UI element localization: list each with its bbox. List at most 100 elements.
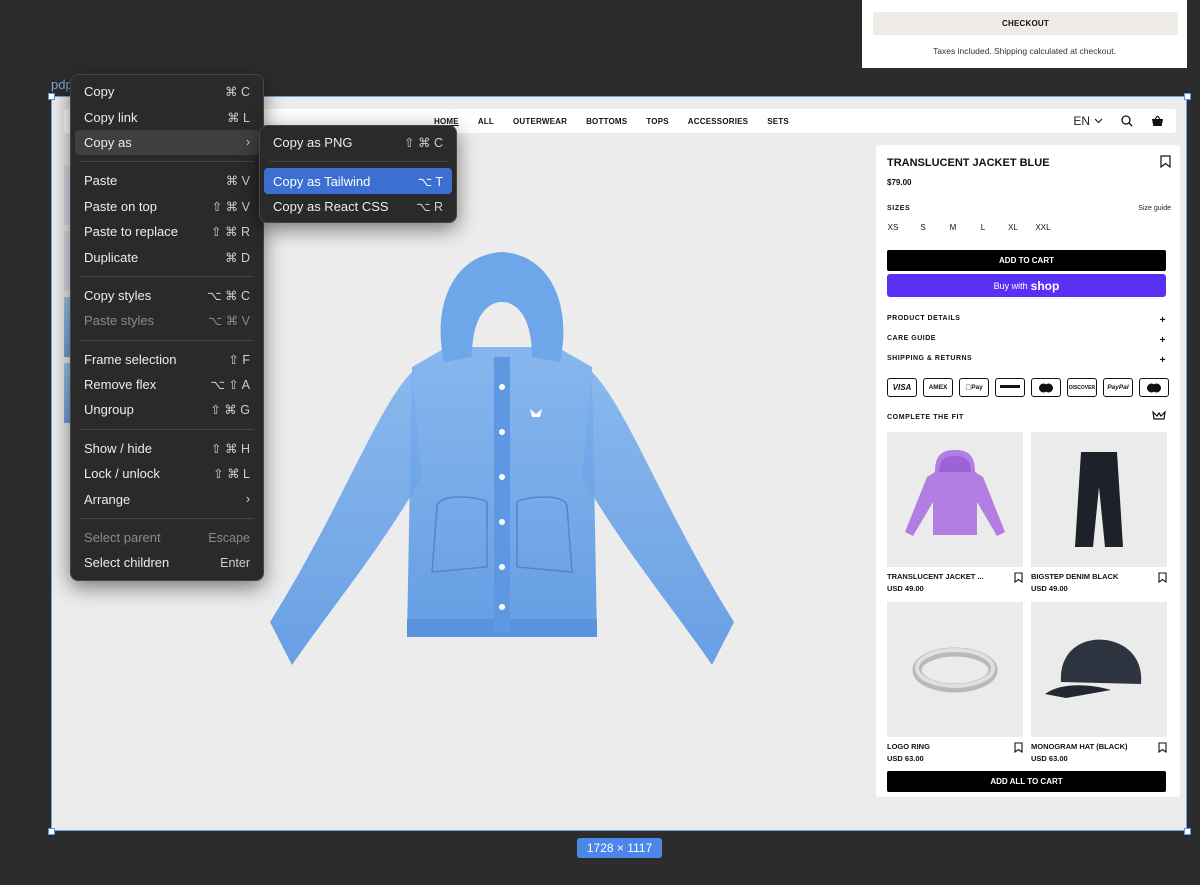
- menu-separator: [80, 517, 254, 519]
- menu-item-shortcut: ⇧ ⌘ G: [210, 403, 250, 418]
- menu-item-shortcut: ⌥ T: [417, 174, 443, 189]
- accordion-shipping-returns[interactable]: SHIPPING & RETURNS +: [887, 355, 1166, 366]
- menu-item-copy-as-react-css[interactable]: Copy as React CSS ⌥ R: [264, 194, 452, 219]
- menu-item-label: Copy: [84, 84, 115, 100]
- bookmark-icon[interactable]: [1158, 572, 1167, 583]
- menu-item-label: Copy as PNG: [273, 135, 353, 151]
- size-option-xxl[interactable]: XXL: [1030, 223, 1056, 232]
- menu-item-shortcut: ⌘ V: [225, 174, 250, 189]
- menu-item-shortcut: Escape: [208, 530, 250, 545]
- menu-item-copy[interactable]: Copy ⌘ C: [75, 79, 259, 104]
- shop-pay-button[interactable]: Buy with shop: [887, 274, 1166, 297]
- bookmark-icon[interactable]: [1160, 155, 1171, 168]
- product-name: MONOGRAM HAT (BLACK): [1031, 742, 1128, 751]
- product-price: USD 63.00: [1031, 754, 1068, 763]
- basket-icon[interactable]: [1151, 115, 1164, 127]
- menu-item-copy-as-png[interactable]: Copy as PNG ⇧ ⌘ C: [264, 130, 452, 155]
- resize-handle[interactable]: [1184, 828, 1191, 835]
- recommendation-card[interactable]: MONOGRAM HAT (BLACK) USD 63.00: [1031, 602, 1167, 763]
- language-selector[interactable]: EN: [1073, 114, 1103, 128]
- nav-link-tops[interactable]: TOPS: [646, 117, 668, 126]
- brand-logo-icon: [1152, 411, 1166, 420]
- search-icon[interactable]: [1121, 115, 1133, 127]
- product-info-panel: TRANSLUCENT JACKET BLUE $79.00 SIZES Siz…: [876, 145, 1180, 797]
- add-all-to-cart-button[interactable]: ADD ALL TO CART: [887, 771, 1166, 792]
- apple-pay-label: Pay: [968, 384, 983, 391]
- menu-item-label: Paste to replace: [84, 224, 178, 240]
- menu-item-duplicate[interactable]: Duplicate ⌘ D: [75, 244, 259, 269]
- menu-item-shortcut: ⌥ ⌘ C: [207, 288, 250, 303]
- nav-link-accessories[interactable]: ACCESSORIES: [688, 117, 748, 126]
- menu-item-shortcut: ⇧ ⌘ R: [211, 225, 250, 240]
- menu-item-arrange[interactable]: Arrange ›: [75, 486, 259, 511]
- product-thumbnail: [887, 602, 1023, 737]
- cart-drawer-fragment: CHECKOUT Taxes included. Shipping calcul…: [862, 0, 1187, 68]
- paypal-icon: PayPal: [1103, 378, 1133, 397]
- nav-link-outerwear[interactable]: OUTERWEAR: [513, 117, 567, 126]
- menu-item-paste-to-replace[interactable]: Paste to replace ⇧ ⌘ R: [75, 219, 259, 244]
- bookmark-icon[interactable]: [1158, 742, 1167, 753]
- product-name: LOGO RING: [887, 742, 930, 751]
- recommendation-card[interactable]: TRANSLUCENT JACKET ... USD 49.00: [887, 432, 1023, 593]
- menu-item-copy-styles[interactable]: Copy styles ⌥ ⌘ C: [75, 283, 259, 308]
- menu-item-shortcut: Enter: [220, 555, 250, 570]
- menu-item-shortcut: ⇧ ⌘ V: [211, 199, 250, 214]
- menu-item-show-hide[interactable]: Show / hide ⇧ ⌘ H: [75, 436, 259, 461]
- accordion-product-details[interactable]: PRODUCT DETAILS +: [887, 315, 1166, 326]
- menu-item-paste-on-top[interactable]: Paste on top ⇧ ⌘ V: [75, 194, 259, 219]
- menu-item-label: Paste on top: [84, 198, 157, 214]
- menu-item-shortcut: ⌘ L: [227, 110, 250, 125]
- size-option-xl[interactable]: XL: [1000, 223, 1026, 232]
- resize-handle[interactable]: [48, 93, 55, 100]
- menu-item-select-children[interactable]: Select children Enter: [75, 550, 259, 575]
- nav-links: HOME ALL OUTERWEAR BOTTOMS TOPS ACCESSOR…: [434, 109, 808, 133]
- menu-item-copy-link[interactable]: Copy link ⌘ L: [75, 104, 259, 129]
- size-guide-link[interactable]: Size guide: [1138, 205, 1171, 212]
- checkout-button[interactable]: CHECKOUT: [873, 12, 1178, 35]
- complete-the-fit-label: COMPLETE THE FIT: [887, 414, 964, 421]
- menu-item-shortcut: ⇧ ⌘ C: [404, 136, 443, 151]
- recommendation-card[interactable]: LOGO RING USD 63.00: [887, 602, 1023, 763]
- plus-icon: +: [1159, 355, 1166, 366]
- payment-methods: VISA AMEX Pay DISCOVER PayPal: [887, 378, 1169, 397]
- menu-item-copy-as[interactable]: Copy as ›: [75, 129, 259, 156]
- menu-item-label: Arrange: [84, 491, 131, 507]
- card-icon: [995, 378, 1025, 397]
- nav-link-sets[interactable]: SETS: [767, 117, 789, 126]
- add-to-cart-button[interactable]: ADD TO CART: [887, 250, 1166, 271]
- menu-item-label: Ungroup: [84, 402, 134, 418]
- nav-link-all[interactable]: ALL: [478, 117, 494, 126]
- resize-handle[interactable]: [48, 828, 55, 835]
- shop-logo: shop: [1030, 278, 1060, 293]
- menu-item-label: Copy as: [84, 134, 132, 150]
- menu-item-shortcut: ⇧ F: [228, 352, 250, 367]
- product-thumbnail: [887, 432, 1023, 567]
- menu-item-ungroup[interactable]: Ungroup ⇧ ⌘ G: [75, 397, 259, 422]
- menu-item-shortcut: ⌘ C: [225, 85, 250, 100]
- menu-item-remove-flex[interactable]: Remove flex ⌥ ⇧ A: [75, 372, 259, 397]
- size-option-l[interactable]: L: [970, 223, 996, 232]
- apple-pay-icon: Pay: [959, 378, 989, 397]
- menu-item-copy-as-tailwind[interactable]: Copy as Tailwind ⌥ T: [264, 168, 452, 194]
- menu-item-lock-unlock[interactable]: Lock / unlock ⇧ ⌘ L: [75, 461, 259, 486]
- recommendation-card[interactable]: BIGSTEP DENIM BLACK USD 49.00: [1031, 432, 1167, 593]
- nav-link-bottoms[interactable]: BOTTOMS: [586, 117, 627, 126]
- copy-as-submenu: Copy as PNG ⇧ ⌘ C Copy as Tailwind ⌥ T Cop…: [259, 125, 457, 223]
- product-thumbnail: [1031, 432, 1167, 567]
- size-option-xs[interactable]: XS: [880, 223, 906, 232]
- menu-item-label: Lock / unlock: [84, 466, 160, 482]
- menu-item-select-parent: Select parent Escape: [75, 525, 259, 550]
- resize-handle[interactable]: [1184, 93, 1191, 100]
- menu-item-label: Show / hide: [84, 440, 152, 456]
- product-thumbnail: [1031, 602, 1167, 737]
- bookmark-icon[interactable]: [1014, 572, 1023, 583]
- maestro-icon: [1139, 378, 1169, 397]
- size-option-m[interactable]: M: [940, 223, 966, 232]
- mastercard-icon: [1031, 378, 1061, 397]
- size-option-s[interactable]: S: [910, 223, 936, 232]
- bookmark-icon[interactable]: [1014, 742, 1023, 753]
- accordion-care-guide[interactable]: CARE GUIDE +: [887, 335, 1166, 346]
- menu-item-shortcut: ⌥ R: [416, 199, 443, 214]
- menu-item-paste[interactable]: Paste ⌘ V: [75, 168, 259, 193]
- menu-item-frame-selection[interactable]: Frame selection ⇧ F: [75, 347, 259, 372]
